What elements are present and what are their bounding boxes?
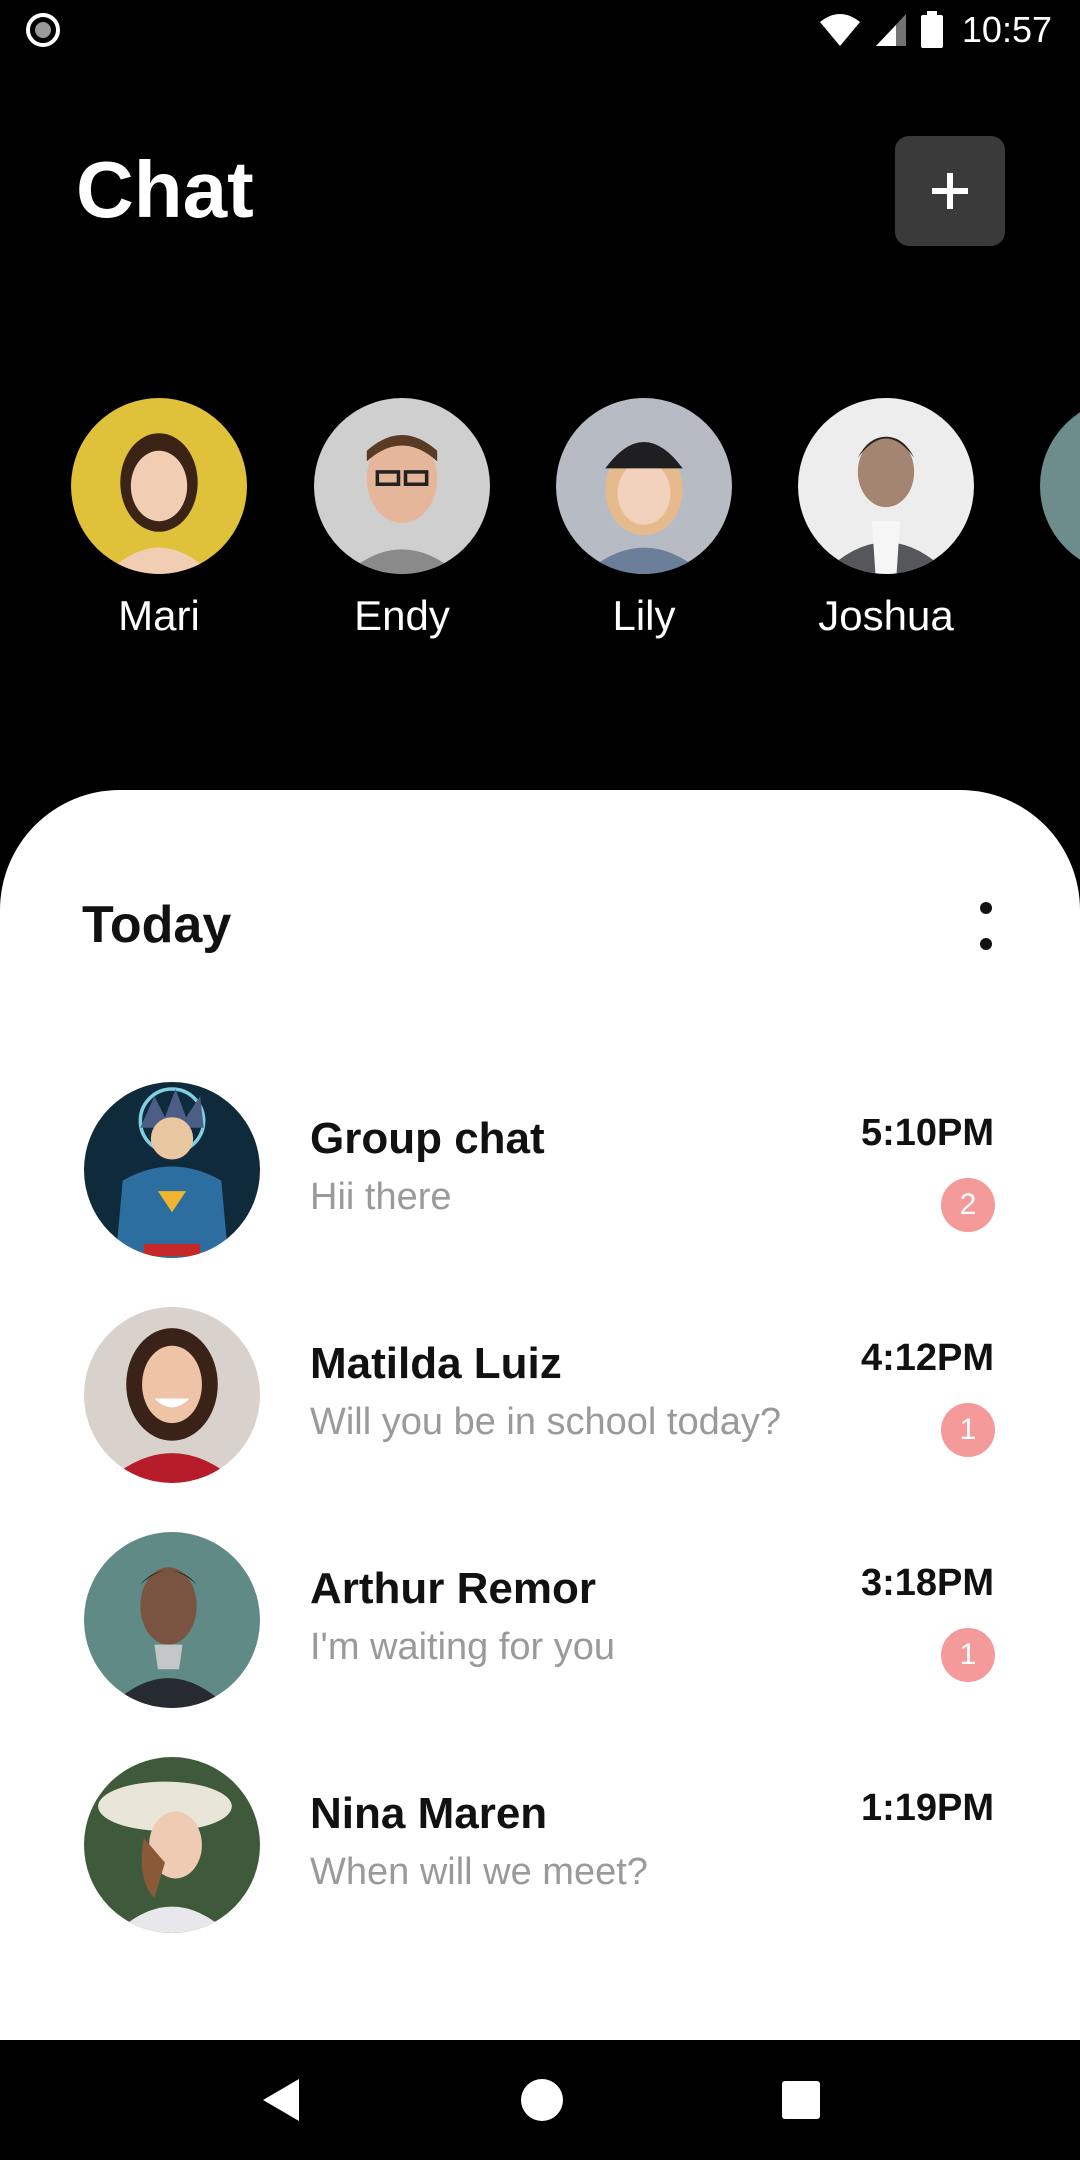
avatar [314,398,490,574]
section-title: Today [82,896,232,954]
chat-name: Group chat [310,1114,545,1163]
chat-time: 3:18PM [860,1562,994,1604]
story-name: J [1040,592,1080,640]
unread-badge: 1 [941,1628,995,1682]
plus-icon [932,173,968,209]
story-name: Joshua [818,592,954,639]
chat-name: Nina Maren [310,1789,548,1838]
story-endy[interactable]: Endy [314,398,490,640]
chat-preview: Will you be in school today? [310,1401,782,1443]
chat-row-matilda-luiz[interactable]: Matilda Luiz Will you be in school today… [0,1307,1080,1497]
avatar [1040,398,1080,574]
recording-icon [26,13,60,47]
story-name: Mari [118,592,200,639]
more-options-button[interactable] [970,902,1002,950]
chat-row-group-chat[interactable]: Group chat Hii there 5:10PM 2 [0,1082,1080,1272]
stories-row: Mari Endy Lily Joshua [0,398,1080,658]
avatar [84,1757,260,1933]
chat-time: 1:19PM [860,1787,994,1829]
home-icon[interactable] [520,2078,564,2122]
chat-row-arthur-remor[interactable]: Arthur Remor I'm waiting for you 3:18PM … [0,1532,1080,1722]
avatar [84,1082,260,1258]
battery-icon [920,11,943,48]
more-vertical-icon-dot [980,938,992,950]
system-nav-bar [0,2040,1080,2160]
story-name: Endy [354,592,450,639]
avatar [84,1532,260,1708]
avatar [84,1307,260,1483]
unread-badge: 2 [941,1178,995,1232]
avatar [798,398,974,574]
recents-icon[interactable] [781,2080,821,2120]
more-vertical-icon [980,902,992,914]
avatar [71,398,247,574]
story-name: Lily [612,592,676,639]
wifi-icon [819,14,860,46]
chat-list-sheet: Today Group chat Hii there 5:10PM 2 Mati… [0,790,1080,2040]
story-joshua[interactable]: Joshua [798,398,974,640]
unread-badge: 1 [941,1403,995,1457]
avatar [556,398,732,574]
story-mari[interactable]: Mari [71,398,247,640]
back-icon[interactable] [259,2077,303,2123]
signal-icon [875,14,906,46]
page-title: Chat [76,145,254,234]
status-time: 10:57 [961,9,1052,50]
chat-time: 4:12PM [860,1337,994,1379]
status-bar: 10:57 [0,0,1080,60]
chat-name: Arthur Remor [310,1564,597,1613]
chat-preview: When will we meet? [310,1851,648,1893]
story-partial[interactable]: J [1040,398,1080,640]
story-lily[interactable]: Lily [556,398,732,640]
chat-row-nina-maren[interactable]: Nina Maren When will we meet? 1:19PM [0,1757,1080,1947]
status-icons: 10:57 [818,8,1052,52]
chat-time: 5:10PM [860,1112,994,1154]
chat-preview: I'm waiting for you [310,1626,616,1668]
chat-preview: Hii there [310,1176,452,1218]
chat-name: Matilda Luiz [310,1339,562,1388]
add-chat-button[interactable] [895,136,1005,246]
